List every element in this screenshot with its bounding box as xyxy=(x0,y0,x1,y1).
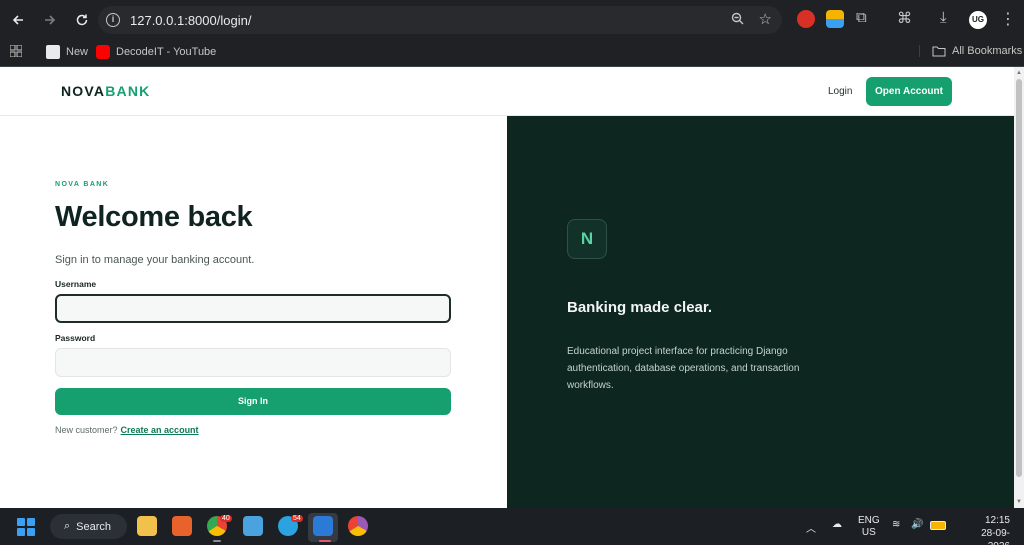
lang-code: ENG xyxy=(858,515,880,526)
vscode-icon[interactable] xyxy=(313,516,333,536)
taskbar-search[interactable]: ⌕ Search xyxy=(50,514,127,539)
bookmark-star-icon[interactable]: ☆ xyxy=(759,10,772,28)
apps-grid-icon[interactable] xyxy=(10,45,22,57)
password-label: Password xyxy=(55,333,96,343)
all-bookmarks-label: All Bookmarks xyxy=(952,45,1023,57)
scrollbar-thumb[interactable] xyxy=(1016,79,1022,477)
youtube-icon xyxy=(96,45,110,59)
logo-primary: NOVA xyxy=(61,83,106,99)
web-page: NOVABANK Login Open Account NOVA BANK We… xyxy=(0,67,1024,508)
page-title: Welcome back xyxy=(55,201,253,233)
username-label: Username xyxy=(55,279,97,289)
page-scrollbar[interactable]: ▲ ▼ xyxy=(1014,67,1024,508)
extension-icon[interactable] xyxy=(826,10,844,28)
new-customer-text: New customer? Create an account xyxy=(55,425,199,435)
bookmarks-bar: New DecodeIT - YouTube All Bookmarks xyxy=(0,40,1024,67)
new-bookmark-icon xyxy=(46,45,60,59)
new-customer-label: New customer? xyxy=(55,425,118,435)
address-url[interactable]: 127.0.0.1:8000/login/ xyxy=(130,13,251,28)
back-button[interactable] xyxy=(4,6,32,34)
os-taskbar: ⌕ Search 40 54 ︿ ☁ ENG US ≋ 🔊 12:15 28-0… xyxy=(0,508,1024,545)
site-header: NOVABANK Login Open Account xyxy=(0,67,1014,116)
reload-button[interactable] xyxy=(68,6,96,34)
chrome-profile-icon[interactable] xyxy=(348,516,368,536)
bookmark-label: New xyxy=(66,46,89,58)
brand-logo[interactable]: NOVABANK xyxy=(61,83,150,99)
bookmark-label: DecodeIT - YouTube xyxy=(116,46,217,58)
adblock-extension-icon[interactable] xyxy=(797,10,815,28)
page-subtitle: Sign in to manage your banking account. xyxy=(55,254,255,266)
taskbar-running-indicator xyxy=(213,540,221,542)
folder-icon xyxy=(932,46,946,57)
clock-date: 28-09-2026 xyxy=(981,528,1010,545)
scroll-down-icon[interactable]: ▼ xyxy=(1016,499,1022,505)
translate-icon[interactable]: ⌘ xyxy=(897,9,912,27)
browser-menu-icon[interactable]: ⋮ xyxy=(1000,9,1016,29)
volume-icon[interactable]: 🔊 xyxy=(911,519,923,530)
all-bookmarks[interactable]: All Bookmarks xyxy=(919,45,1022,57)
windows-start-icon[interactable] xyxy=(17,518,35,536)
brand-badge: N xyxy=(567,219,607,259)
file-explorer-icon[interactable] xyxy=(137,516,157,536)
profile-avatar[interactable]: UG xyxy=(969,11,987,29)
site-info-icon[interactable]: i xyxy=(106,13,120,27)
notepad-icon[interactable] xyxy=(243,516,263,536)
promo-description: Educational project interface for practi… xyxy=(567,346,800,391)
bookmark-youtube[interactable]: DecodeIT - YouTube xyxy=(96,45,216,59)
telegram-badge: 54 xyxy=(291,515,303,522)
create-account-link[interactable]: Create an account xyxy=(121,425,199,435)
battery-icon[interactable] xyxy=(930,521,946,530)
system-clock[interactable]: 12:15 28-09-2026 xyxy=(960,514,1010,545)
region-code: US xyxy=(861,527,876,538)
language-indicator[interactable]: ENG US xyxy=(858,515,880,539)
reload-icon xyxy=(76,14,88,26)
browser-toolbar: i 127.0.0.1:8000/login/ ☆ ⧉ ⌘ ⤓ UG ⋮ xyxy=(0,0,1024,40)
app-icon[interactable] xyxy=(172,516,192,536)
bookmark-new[interactable]: New xyxy=(46,45,88,59)
promo-panel: N Banking made clear. Educational projec… xyxy=(507,116,1014,508)
cloud-off-icon[interactable]: ☁ xyxy=(832,519,842,530)
clock-time: 12:15 xyxy=(984,515,1010,526)
taskbar-active-indicator xyxy=(319,540,331,542)
nav-login-link[interactable]: Login xyxy=(828,86,852,97)
forward-arrow-icon xyxy=(45,15,56,25)
zoom-icon[interactable] xyxy=(731,12,744,25)
open-account-button[interactable]: Open Account xyxy=(866,77,952,106)
tray-chevron-up-icon[interactable]: ︿ xyxy=(806,520,816,535)
address-bar[interactable]: i 127.0.0.1:8000/login/ ☆ xyxy=(98,6,782,34)
forward-button[interactable] xyxy=(36,6,64,34)
chrome-badge: 40 xyxy=(220,515,232,522)
password-input[interactable] xyxy=(55,348,451,377)
scroll-up-icon[interactable]: ▲ xyxy=(1016,70,1022,76)
wifi-icon[interactable]: ≋ xyxy=(892,519,900,530)
logo-accent: BANK xyxy=(105,83,151,99)
search-label: Search xyxy=(76,520,112,533)
eyebrow-label: NOVA BANK xyxy=(55,181,110,188)
login-panel: NOVA BANK Welcome back Sign in to manage… xyxy=(0,116,507,508)
promo-heading: Banking made clear. xyxy=(567,299,713,316)
sign-in-button[interactable]: Sign In xyxy=(55,388,451,415)
downloads-icon[interactable]: ⤓ xyxy=(940,9,947,26)
back-arrow-icon xyxy=(12,15,23,25)
username-input[interactable] xyxy=(55,294,451,323)
extensions-puzzle-icon[interactable]: ⧉ xyxy=(856,9,867,26)
search-icon: ⌕ xyxy=(64,520,71,532)
